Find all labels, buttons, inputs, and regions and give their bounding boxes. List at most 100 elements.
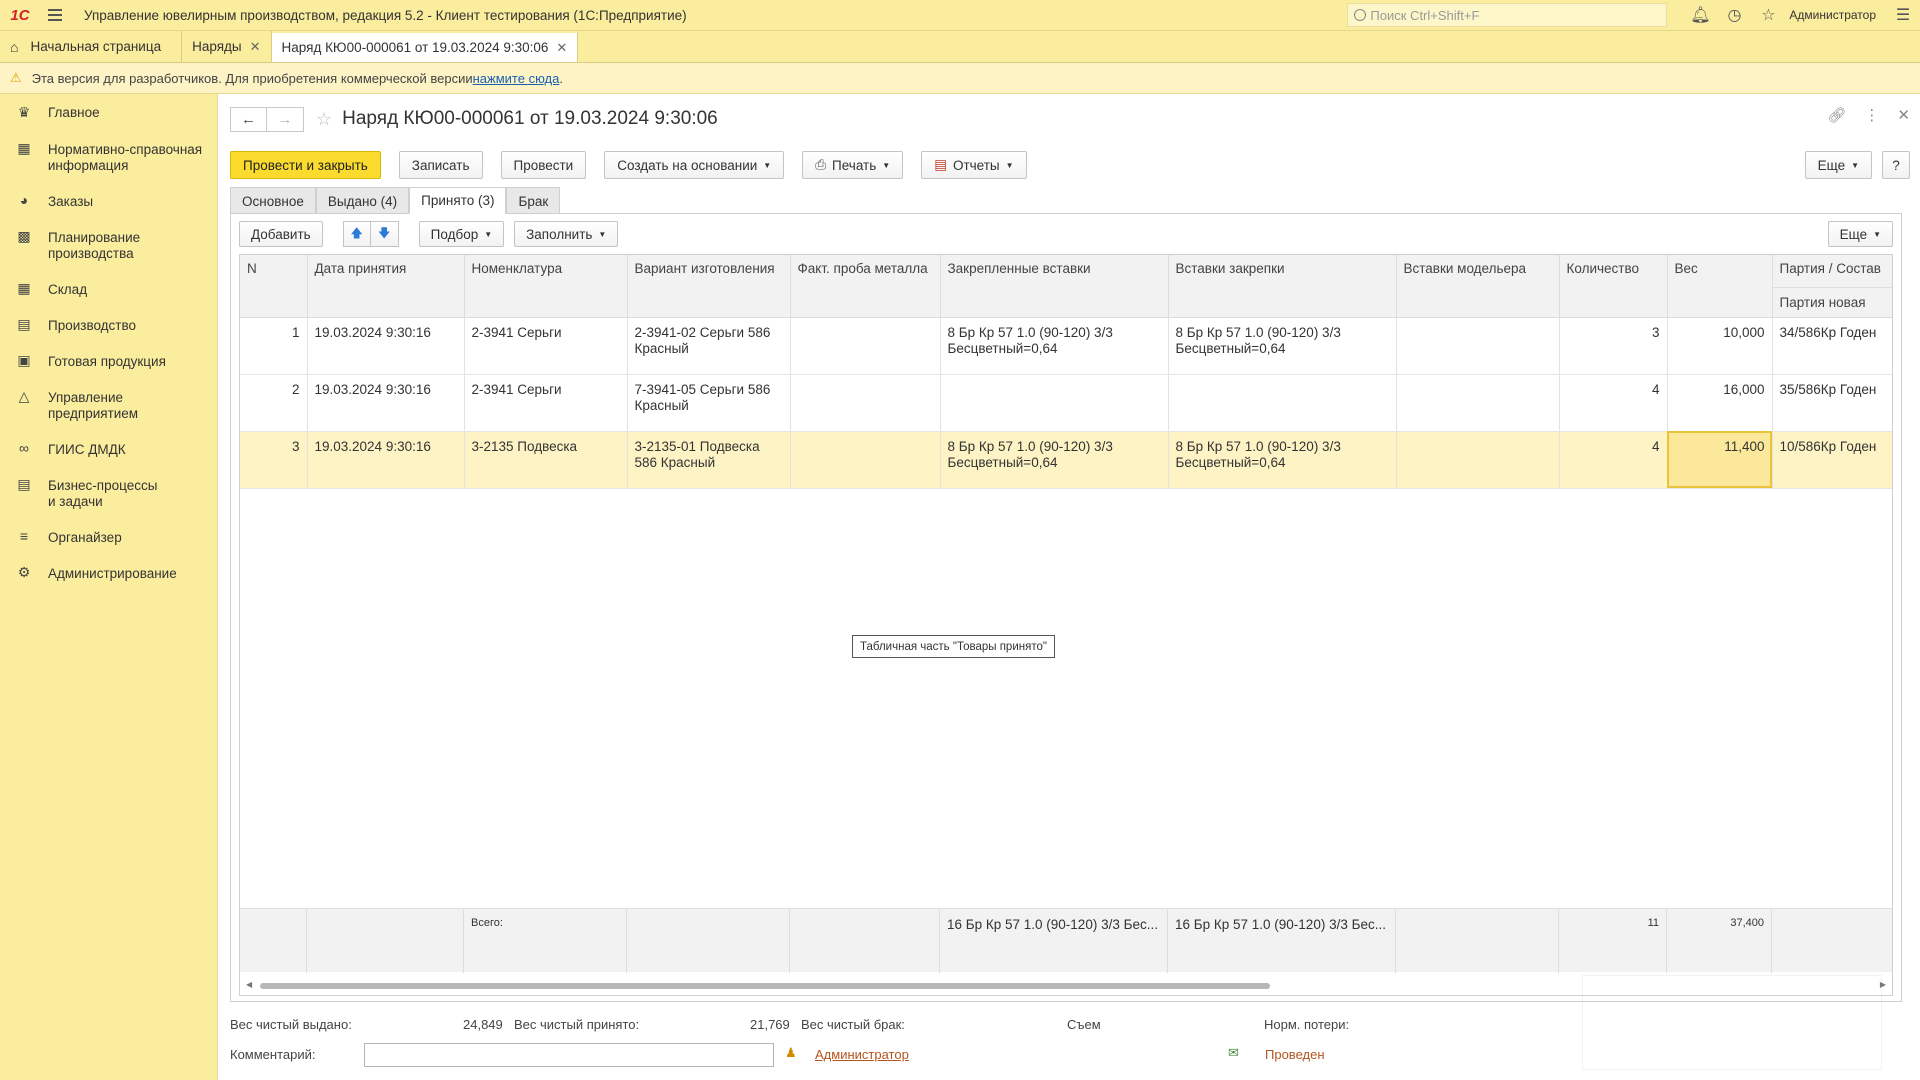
cell-nomenclature[interactable]: 2-3941 Серьги [464, 374, 628, 432]
sidebar-item-main[interactable]: ♛ Главное [0, 94, 217, 130]
cell-qty[interactable]: 3 [1559, 317, 1668, 375]
reports-button[interactable]: ▤ Отчеты ▼ [921, 151, 1027, 179]
cell-inserts[interactable] [1168, 374, 1397, 432]
cell-fixed-inserts[interactable] [940, 374, 1169, 432]
create-based-on-button[interactable]: Создать на основании ▼ [604, 151, 785, 179]
col-header-probe[interactable]: Факт. проба металла [790, 255, 941, 318]
settings-menu-icon[interactable]: ☰ [1886, 0, 1920, 31]
sidebar-item-organizer[interactable]: ≡ Органайзер [0, 518, 217, 554]
add-row-button[interactable]: Добавить [239, 221, 323, 247]
search-input[interactable]: Поиск Ctrl+Shift+F [1347, 3, 1668, 27]
cell-weight-current[interactable]: 11,400 [1667, 431, 1773, 489]
close-icon[interactable]: ✕ [1897, 106, 1910, 124]
received-goods-table[interactable]: N Дата принятия Номенклатура Вариант изг… [239, 254, 1893, 996]
cell-nomenclature[interactable]: 2-3941 Серьги [464, 317, 628, 375]
cell-n[interactable]: 1 [240, 317, 308, 375]
bell-icon[interactable]: 🔔︎ [1683, 0, 1717, 31]
cell-probe[interactable] [790, 374, 941, 432]
cell-date[interactable]: 19.03.2024 9:30:16 [307, 374, 465, 432]
table-row-selected[interactable]: 3 19.03.2024 9:30:16 3-2135 Подвеска 3-2… [240, 431, 1892, 489]
cell-date[interactable]: 19.03.2024 9:30:16 [307, 317, 465, 375]
current-user[interactable]: Администратор [1789, 8, 1876, 22]
col-header-weight[interactable]: Вес [1667, 255, 1773, 318]
author-link[interactable]: Администратор [815, 1047, 909, 1062]
cell-model-inserts[interactable] [1396, 431, 1560, 489]
cell-date[interactable]: 19.03.2024 9:30:16 [307, 431, 465, 489]
cell-qty[interactable]: 4 [1559, 374, 1668, 432]
sidebar-item-reference[interactable]: ▦ Нормативно-справочная информация [0, 130, 217, 182]
link-icon[interactable]: 🔗︎ [1827, 106, 1846, 124]
move-up-button[interactable]: 🡅 [342, 221, 371, 247]
more-button[interactable]: Еще ▼ [1804, 151, 1872, 179]
post-button[interactable]: Провести [500, 151, 587, 179]
col-header-qty[interactable]: Количество [1559, 255, 1668, 318]
cell-n[interactable]: 3 [240, 431, 308, 489]
scroll-thumb[interactable] [260, 983, 1270, 989]
main-menu-icon[interactable] [40, 0, 70, 31]
col-header-variant[interactable]: Вариант изготовления [627, 255, 791, 318]
table-more-button[interactable]: Еще ▼ [1827, 221, 1893, 247]
col-header-fixed-inserts[interactable]: Закрепленные вставки [940, 255, 1169, 318]
cell-nomenclature[interactable]: 3-2135 Подвеска [464, 431, 628, 489]
cell-variant[interactable]: 3-2135-01 Подвеска 586 Красный [627, 431, 791, 489]
col-header-date[interactable]: Дата принятия [307, 255, 465, 318]
print-button[interactable]: ⎙ Печать ▼ [802, 151, 904, 179]
sidebar-item-business-processes[interactable]: ▤ Бизнес-процессы и задачи [0, 466, 217, 518]
pick-button[interactable]: Подбор ▼ [418, 221, 505, 247]
table-row[interactable]: 2 19.03.2024 9:30:16 2-3941 Серьги 7-394… [240, 374, 1892, 432]
col-header-new-batch[interactable]: Партия новая [1772, 287, 1892, 318]
sidebar-item-planning[interactable]: ▩ Планирование производства [0, 218, 217, 270]
cell-n[interactable]: 2 [240, 374, 308, 432]
star-icon[interactable]: ☆ [1751, 0, 1785, 31]
col-header-inserts[interactable]: Вставки закрепки [1168, 255, 1397, 318]
more-vertical-icon[interactable]: ⋮ [1864, 106, 1879, 124]
history-icon[interactable]: ◷ [1717, 0, 1751, 31]
cell-probe[interactable] [790, 431, 941, 489]
cell-model-inserts[interactable] [1396, 374, 1560, 432]
tab-received[interactable]: Принято (3) [409, 187, 507, 214]
fill-button[interactable]: Заполнить ▼ [514, 221, 619, 247]
cell-model-inserts[interactable] [1396, 317, 1560, 375]
sidebar-item-management[interactable]: △ Управление предприятием [0, 378, 217, 430]
cell-variant[interactable]: 7-3941-05 Серьги 586 Красный [627, 374, 791, 432]
sidebar-item-production[interactable]: ▤ Производство [0, 306, 217, 342]
close-icon[interactable]: ✕ [250, 39, 261, 55]
scroll-left-icon[interactable]: ◀ [246, 980, 252, 989]
sidebar-item-administration[interactable]: ⚙ Администрирование [0, 554, 217, 590]
sidebar-item-orders[interactable]: ◕ Заказы [0, 182, 217, 218]
cell-variant[interactable]: 2-3941-02 Серьги 586 Красный [627, 317, 791, 375]
close-icon[interactable]: ✕ [556, 40, 567, 56]
cell-inserts[interactable]: 8 Бр Кр 57 1.0 (90-120) 3/3 Бесцветный=0… [1168, 431, 1397, 489]
save-button[interactable]: Записать [398, 151, 483, 179]
back-button[interactable]: ← [230, 106, 267, 132]
tab-current-document[interactable]: Наряд КЮ00-000061 от 19.03.2024 9:30:06 … [271, 31, 579, 62]
cell-batch[interactable]: 35/586Кр Годен [1772, 374, 1892, 432]
cell-weight[interactable]: 16,000 [1667, 374, 1773, 432]
cell-weight[interactable]: 10,000 [1667, 317, 1773, 375]
tab-issued[interactable]: Выдано (4) [315, 187, 410, 214]
col-header-batch[interactable]: Партия / Состав [1772, 255, 1892, 288]
tab-main[interactable]: Основное [230, 187, 316, 214]
help-button[interactable]: ? [1882, 151, 1910, 179]
col-header-n[interactable]: N [240, 255, 308, 318]
move-down-button[interactable]: 🡇 [370, 221, 399, 247]
cell-batch[interactable]: 10/586Кр Годен [1772, 431, 1892, 489]
favorite-star-icon[interactable]: ☆ [316, 109, 332, 130]
table-row[interactable]: 1 19.03.2024 9:30:16 2-3941 Серьги 2-394… [240, 317, 1892, 375]
tab-defect[interactable]: Брак [506, 187, 561, 214]
sidebar-item-giis[interactable]: ∞ ГИИС ДМДК [0, 430, 217, 466]
cell-qty[interactable]: 4 [1559, 431, 1668, 489]
purchase-link[interactable]: нажмите сюда [473, 71, 560, 86]
forward-button[interactable]: → [267, 106, 304, 132]
sidebar-item-finished-goods[interactable]: ▣ Готовая продукция [0, 342, 217, 378]
col-header-nomenclature[interactable]: Номенклатура [464, 255, 628, 318]
cell-fixed-inserts[interactable]: 8 Бр Кр 57 1.0 (90-120) 3/3 Бесцветный=0… [940, 317, 1169, 375]
cell-fixed-inserts[interactable]: 8 Бр Кр 57 1.0 (90-120) 3/3 Бесцветный=0… [940, 431, 1169, 489]
col-header-model-inserts[interactable]: Вставки модельера [1396, 255, 1560, 318]
tab-orders[interactable]: Наряды ✕ [182, 31, 272, 62]
cell-probe[interactable] [790, 317, 941, 375]
cell-batch[interactable]: 34/586Кр Годен [1772, 317, 1892, 375]
comment-input[interactable] [364, 1043, 774, 1067]
tab-home[interactable]: ⌂ Начальная страница [0, 31, 183, 62]
post-and-close-button[interactable]: Провести и закрыть [230, 151, 381, 179]
